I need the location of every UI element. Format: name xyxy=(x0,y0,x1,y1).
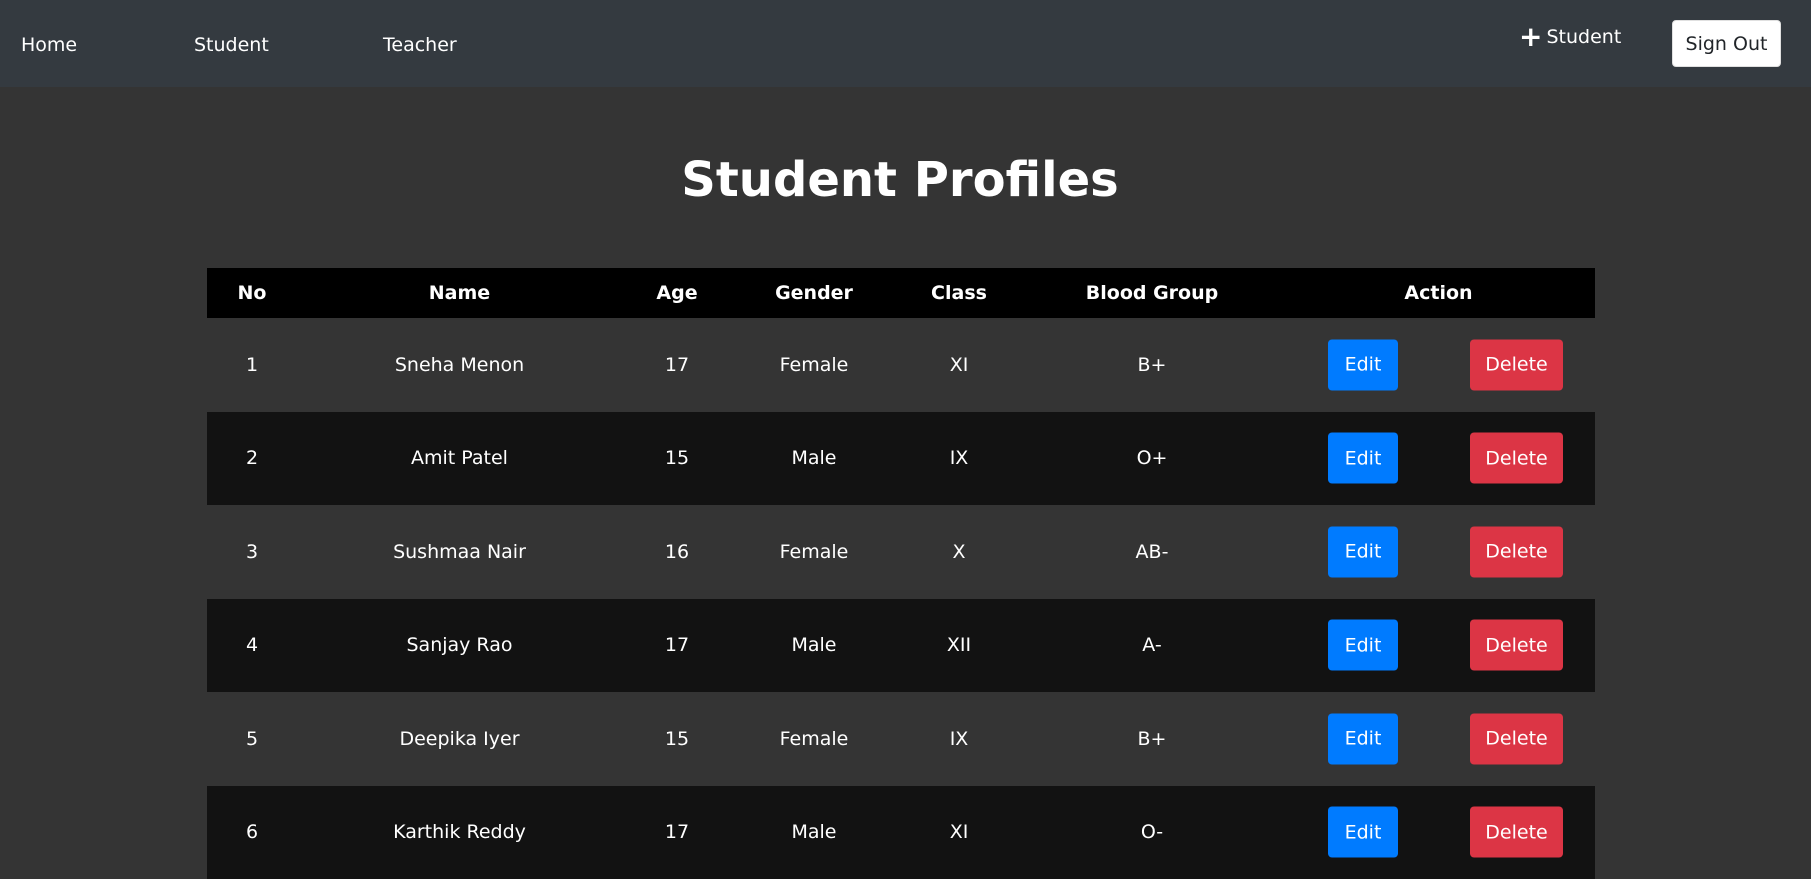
cell-class: XI xyxy=(896,786,1022,879)
cell-action: Edit Delete xyxy=(1282,786,1595,879)
page-title: Student Profiles xyxy=(0,148,1800,212)
cell-blood-group: A- xyxy=(1022,599,1282,693)
cell-gender: Female xyxy=(732,505,896,599)
edit-button[interactable]: Edit xyxy=(1328,339,1398,390)
header-action: Action xyxy=(1282,268,1595,318)
cell-action: Edit Delete xyxy=(1282,599,1595,693)
cell-gender: Male xyxy=(732,412,896,506)
cell-gender: Male xyxy=(732,786,896,879)
cell-no: 5 xyxy=(207,692,297,786)
delete-button[interactable]: Delete xyxy=(1470,713,1563,764)
edit-button[interactable]: Edit xyxy=(1328,620,1398,671)
cell-action: Edit Delete xyxy=(1282,412,1595,506)
cell-age: 17 xyxy=(622,599,732,693)
table-row: 3 Sushmaa Nair 16 Female X AB- Edit Dele… xyxy=(207,505,1595,599)
header-name: Name xyxy=(297,268,622,318)
delete-button[interactable]: Delete xyxy=(1470,620,1563,671)
cell-class: IX xyxy=(896,412,1022,506)
add-student-link[interactable]: + Student xyxy=(1519,25,1621,49)
cell-name: Karthik Reddy xyxy=(297,786,622,879)
cell-blood-group: AB- xyxy=(1022,505,1282,599)
delete-button[interactable]: Delete xyxy=(1470,807,1563,858)
header-blood-group: Blood Group xyxy=(1022,268,1282,318)
cell-gender: Male xyxy=(732,599,896,693)
header-no: No xyxy=(207,268,297,318)
cell-gender: Female xyxy=(732,692,896,786)
table-row: 5 Deepika Iyer 15 Female IX B+ Edit Dele… xyxy=(207,692,1595,786)
cell-name: Sushmaa Nair xyxy=(297,505,622,599)
cell-name: Sneha Menon xyxy=(297,318,622,412)
add-student-label: Student xyxy=(1546,25,1621,49)
cell-class: X xyxy=(896,505,1022,599)
edit-button[interactable]: Edit xyxy=(1328,433,1398,484)
delete-button[interactable]: Delete xyxy=(1470,433,1563,484)
cell-name: Sanjay Rao xyxy=(297,599,622,693)
cell-action: Edit Delete xyxy=(1282,505,1595,599)
cell-action: Edit Delete xyxy=(1282,692,1595,786)
cell-age: 15 xyxy=(622,412,732,506)
nav-link-student[interactable]: Student xyxy=(194,33,269,57)
cell-gender: Female xyxy=(732,318,896,412)
cell-blood-group: O- xyxy=(1022,786,1282,879)
edit-button[interactable]: Edit xyxy=(1328,807,1398,858)
cell-no: 4 xyxy=(207,599,297,693)
table-row: 6 Karthik Reddy 17 Male XI O- Edit Delet… xyxy=(207,786,1595,879)
cell-name: Amit Patel xyxy=(297,412,622,506)
table-row: 2 Amit Patel 15 Male IX O+ Edit Delete xyxy=(207,412,1595,506)
cell-no: 2 xyxy=(207,412,297,506)
cell-no: 1 xyxy=(207,318,297,412)
cell-age: 16 xyxy=(622,505,732,599)
header-age: Age xyxy=(622,268,732,318)
cell-blood-group: B+ xyxy=(1022,692,1282,786)
cell-age: 17 xyxy=(622,318,732,412)
nav-link-home[interactable]: Home xyxy=(21,33,77,57)
plus-icon: + xyxy=(1519,25,1542,49)
cell-blood-group: B+ xyxy=(1022,318,1282,412)
table-header-row: No Name Age Gender Class Blood Group Act… xyxy=(207,268,1595,318)
cell-class: XII xyxy=(896,599,1022,693)
cell-name: Deepika Iyer xyxy=(297,692,622,786)
cell-no: 6 xyxy=(207,786,297,879)
cell-age: 15 xyxy=(622,692,732,786)
delete-button[interactable]: Delete xyxy=(1470,339,1563,390)
table-row: 4 Sanjay Rao 17 Male XII A- Edit Delete xyxy=(207,599,1595,693)
sign-out-button[interactable]: Sign Out xyxy=(1672,20,1781,67)
cell-class: IX xyxy=(896,692,1022,786)
cell-no: 3 xyxy=(207,505,297,599)
student-table: No Name Age Gender Class Blood Group Act… xyxy=(207,268,1595,879)
cell-class: XI xyxy=(896,318,1022,412)
header-gender: Gender xyxy=(732,268,896,318)
cell-age: 17 xyxy=(622,786,732,879)
cell-blood-group: O+ xyxy=(1022,412,1282,506)
edit-button[interactable]: Edit xyxy=(1328,526,1398,577)
cell-action: Edit Delete xyxy=(1282,318,1595,412)
header-class: Class xyxy=(896,268,1022,318)
navbar: Home Student Teacher + Student Sign Out xyxy=(0,0,1811,87)
nav-link-teacher[interactable]: Teacher xyxy=(383,33,457,57)
edit-button[interactable]: Edit xyxy=(1328,713,1398,764)
table-row: 1 Sneha Menon 17 Female XI B+ Edit Delet… xyxy=(207,318,1595,412)
delete-button[interactable]: Delete xyxy=(1470,526,1563,577)
